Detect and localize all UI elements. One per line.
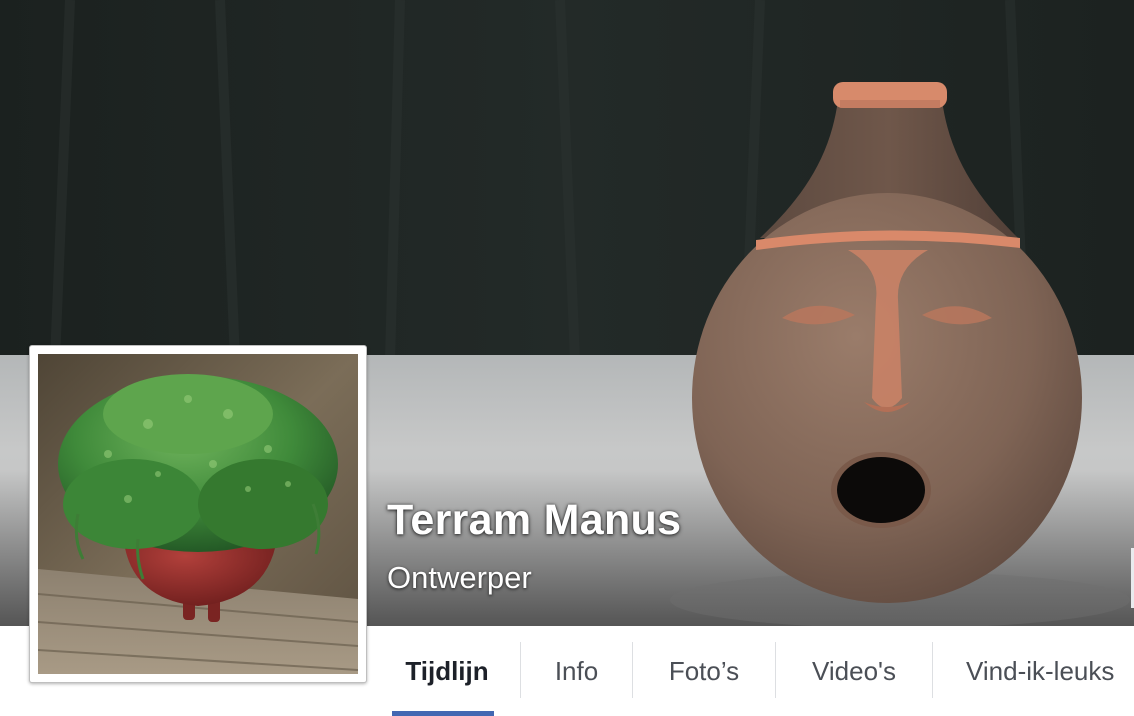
page-nav-tabs: Tijdlijn Info Foto’s Video's Vind-ik-leu… [374, 626, 1134, 716]
profile-picture-image [38, 354, 358, 674]
tab-label: Foto’s [668, 655, 740, 686]
tab-fotos[interactable]: Foto’s [633, 626, 775, 716]
tab-tijdlijn[interactable]: Tijdlijn [374, 626, 520, 716]
page-category[interactable]: Ontwerper [387, 560, 532, 596]
page-title[interactable]: Terram Manus [387, 496, 681, 545]
tab-label: Vind-ik-leuks [966, 655, 1115, 686]
tab-label: Info [554, 655, 599, 686]
facebook-page-header: Terram Manus Ontwerper Tijdlijn Info Fot… [0, 0, 1134, 716]
tab-label: Tijdlijn [405, 655, 489, 686]
tab-vind-ik-leuks[interactable]: Vind-ik-leuks [933, 626, 1134, 716]
tab-info[interactable]: Info [521, 626, 632, 716]
tab-label: Video's [812, 655, 896, 686]
profile-picture[interactable] [29, 345, 367, 683]
tab-videos[interactable]: Video's [776, 626, 932, 716]
